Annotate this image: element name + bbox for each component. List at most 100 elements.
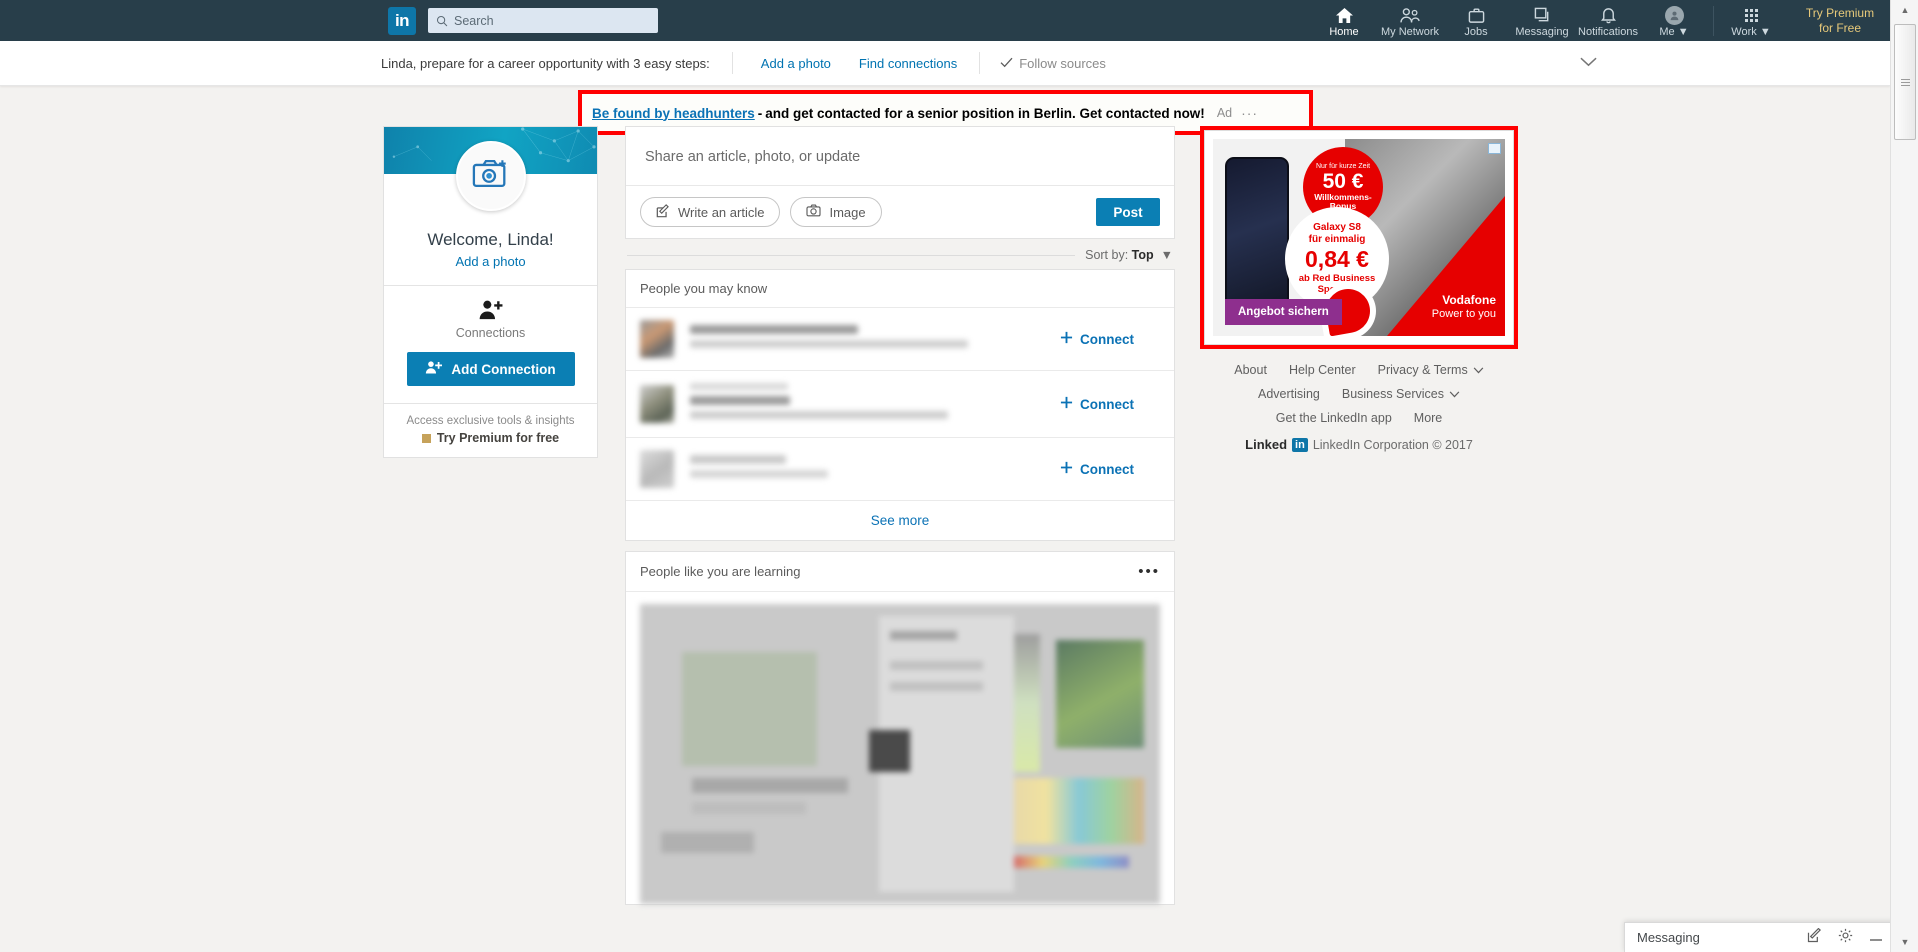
sort-row: Sort by: Top ▼ [625, 239, 1175, 269]
image-upload-button[interactable]: Image [790, 197, 882, 227]
premium-link-row[interactable]: Try Premium for free [392, 431, 589, 445]
linkedin-logo-icon[interactable]: in [388, 6, 416, 35]
premium-badge-icon [421, 433, 431, 443]
messaging-dock[interactable]: Messaging [1624, 922, 1896, 952]
scrollbar-thumb[interactable] [1894, 24, 1916, 140]
nav-item-jobs[interactable]: Jobs [1443, 0, 1509, 41]
list-item[interactable]: Connect [626, 438, 1174, 501]
tips-link-find-connections[interactable]: Find connections [859, 56, 957, 71]
sort-by-control[interactable]: Sort by: Top ▼ [1085, 248, 1173, 262]
minimize-icon[interactable] [1869, 929, 1883, 947]
nav-label-me: Me ▼ [1659, 25, 1689, 38]
gear-icon[interactable] [1838, 928, 1853, 948]
person-subtitle-redacted [690, 396, 790, 405]
ad-headline-link[interactable]: Be found by headhunters [592, 106, 755, 121]
page-scrollbar[interactable]: ▲ ▼ [1890, 0, 1918, 952]
chevron-down-icon [1473, 363, 1484, 377]
ad-offer-price: 0,84 € [1305, 246, 1369, 273]
premium-line-1: Try Premium [1805, 5, 1875, 20]
nav-label-messaging: Messaging [1515, 25, 1569, 38]
welcome-title: Welcome, Linda! [427, 230, 554, 249]
collapse-tips-chevron-icon[interactable] [1580, 54, 1597, 72]
connect-label: Connect [1080, 396, 1134, 412]
sidebar-ad-card[interactable]: Nur für kurze Zeit 50 € Willkommens- Bon… [1204, 130, 1514, 345]
tips-item-follow-sources[interactable]: Follow sources [1000, 56, 1106, 71]
tips-divider [731, 52, 733, 74]
adchoices-icon[interactable] [1488, 143, 1501, 154]
messaging-icon [1534, 6, 1551, 25]
ad-dash: - [757, 105, 763, 121]
ad-body-text: and get contacted for a senior position … [765, 105, 1205, 121]
more-options-icon[interactable]: ••• [1138, 563, 1160, 580]
vodafone-ad-creative[interactable]: Nur für kurze Zeit 50 € Willkommens- Bon… [1213, 139, 1505, 336]
home-icon [1335, 6, 1354, 25]
connect-button[interactable]: Connect [1060, 461, 1134, 477]
try-premium-button[interactable]: Try Premium for Free [1790, 6, 1890, 36]
avatar [640, 450, 674, 488]
linkedin-feed-page: in Search Home My Network Jobs Messaging… [0, 0, 1918, 952]
avatar [640, 385, 674, 423]
ad-brand-tagline: Power to you [1431, 308, 1496, 321]
scroll-down-arrow-icon[interactable]: ▼ [1891, 932, 1918, 952]
add-a-photo-link[interactable]: Add a photo [384, 254, 597, 285]
ad-burst-amount: 50 € [1322, 169, 1364, 193]
person-name-redacted [690, 383, 788, 390]
share-input[interactable]: Share an article, photo, or update [626, 127, 1174, 185]
career-tips-banner: Linda, prepare for a career opportunity … [0, 41, 1890, 86]
chevron-down-icon: ▼ [1759, 25, 1771, 38]
nav-item-me[interactable]: Me ▼ [1641, 0, 1707, 41]
ad-options-icon[interactable]: ··· [1241, 105, 1258, 121]
top-navigation-bar: in Search Home My Network Jobs Messaging… [0, 0, 1890, 41]
left-sidebar: Welcome, Linda! Add a photo Connections … [383, 126, 598, 458]
footer-link-business-services[interactable]: Business Services [1342, 387, 1460, 401]
site-footer: About Help Center Privacy & Terms Advert… [1200, 349, 1518, 466]
nav-label-jobs: Jobs [1464, 25, 1488, 38]
post-button[interactable]: Post [1096, 198, 1160, 226]
footer-link-help-center[interactable]: Help Center [1289, 363, 1356, 377]
footer-link-advertising[interactable]: Advertising [1258, 387, 1320, 401]
nav-item-notifications[interactable]: Notifications [1575, 0, 1641, 41]
search-icon [436, 15, 448, 27]
ad-cta-button[interactable]: Angebot sichern [1225, 299, 1342, 325]
footer-link-about[interactable]: About [1234, 363, 1267, 377]
add-person-small-icon [425, 360, 443, 378]
add-connection-button[interactable]: Add Connection [406, 352, 575, 386]
messaging-dock-actions [1807, 927, 1883, 948]
compose-icon[interactable] [1807, 927, 1822, 948]
sort-by-value: Top [1131, 248, 1154, 262]
learning-course-thumbnail[interactable] [640, 604, 1160, 904]
people-like-you-are-learning-card: People like you are learning ••• [625, 551, 1175, 905]
share-actions-row: Write an article Image Post [626, 185, 1174, 238]
tips-text: Linda, prepare for a career opportunity … [381, 55, 710, 71]
footer-link-privacy-terms[interactable]: Privacy & Terms [1378, 363, 1484, 377]
write-an-article-button[interactable]: Write an article [640, 197, 781, 227]
person-subtitle-redacted [690, 339, 968, 348]
connect-button[interactable]: Connect [1060, 396, 1134, 412]
add-photo-avatar[interactable] [455, 141, 526, 211]
nav-item-my-network[interactable]: My Network [1377, 0, 1443, 41]
nav-item-messaging[interactable]: Messaging [1509, 0, 1575, 41]
search-input[interactable]: Search [428, 8, 658, 33]
nav-item-work[interactable]: Work ▼ [1720, 0, 1782, 41]
nav-item-home[interactable]: Home [1311, 0, 1377, 41]
check-icon [1000, 56, 1013, 71]
footer-link-more[interactable]: More [1414, 411, 1442, 425]
avatar-icon [1664, 5, 1684, 25]
bell-icon [1600, 6, 1617, 25]
list-item[interactable]: Connect [626, 371, 1174, 438]
connect-button[interactable]: Connect [1060, 331, 1134, 347]
plus-icon [1060, 396, 1073, 412]
follow-sources-label: Follow sources [1019, 55, 1106, 71]
learning-title: People like you are learning [640, 564, 801, 579]
plus-icon [1060, 461, 1073, 477]
list-item[interactable]: Connect [626, 308, 1174, 371]
sidebar-ad-highlight: Nur für kurze Zeit 50 € Willkommens- Bon… [1200, 126, 1518, 349]
image-button-label: Image [829, 204, 866, 220]
sort-divider-line [627, 254, 1076, 256]
scroll-up-arrow-icon[interactable]: ▲ [1891, 0, 1918, 20]
see-more-button[interactable]: See more [626, 501, 1174, 540]
connect-label: Connect [1080, 461, 1134, 477]
premium-upsell-section[interactable]: Access exclusive tools & insights Try Pr… [384, 404, 597, 457]
footer-link-get-the-app[interactable]: Get the LinkedIn app [1276, 411, 1392, 425]
tips-link-add-photo[interactable]: Add a photo [761, 56, 831, 71]
